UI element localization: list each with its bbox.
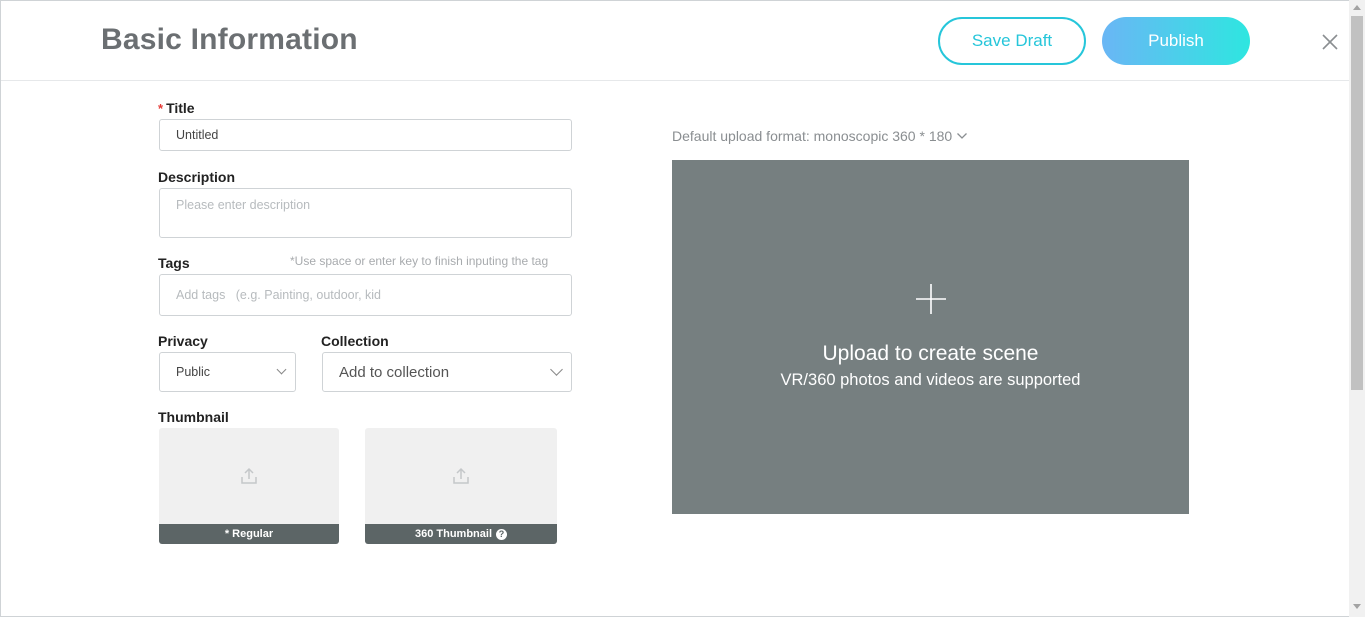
required-mark: * xyxy=(158,101,164,116)
plus-icon xyxy=(915,283,947,320)
page-title: Basic Information xyxy=(101,23,358,56)
upload-format-selector[interactable]: Default upload format: monoscopic 360 * … xyxy=(672,128,968,144)
collection-value: Add to collection xyxy=(339,363,450,381)
thumbnail-360-upload[interactable]: 360 Thumbnail ? xyxy=(365,428,557,544)
title-input[interactable]: Untitled xyxy=(159,119,572,151)
tags-hint: *Use space or enter key to finish inputi… xyxy=(290,254,549,268)
upload-format-text: Default upload format: monoscopic 360 * … xyxy=(672,128,953,144)
close-icon[interactable] xyxy=(1319,31,1341,53)
description-placeholder: Please enter description xyxy=(176,198,311,212)
thumbnail-360-text: 360 Thumbnail xyxy=(414,528,493,540)
info-icon[interactable]: ? xyxy=(496,528,508,540)
privacy-label: Privacy xyxy=(158,333,208,349)
privacy-value: Public xyxy=(176,365,211,379)
collection-select[interactable]: Add to collection xyxy=(322,352,572,392)
upload-icon xyxy=(239,466,259,491)
title-label-text: Title xyxy=(166,100,195,116)
modal-window: Basic Information Save Draft Publish * Ti… xyxy=(0,0,1365,617)
regular-thumbnail-text: * Regular xyxy=(224,528,274,540)
publish-button[interactable]: Publish xyxy=(1102,17,1250,65)
tags-label: Tags xyxy=(158,255,190,271)
upload-dropzone[interactable]: Upload to create scene VR/360 photos and… xyxy=(672,160,1189,514)
upload-title: Upload to create scene xyxy=(822,342,1039,365)
title-value: Untitled xyxy=(176,128,219,142)
scrollbar-thumb[interactable] xyxy=(1351,16,1363,390)
save-draft-button[interactable]: Save Draft xyxy=(938,17,1086,65)
chevron-down-icon xyxy=(276,364,287,375)
tags-placeholder: Add tags (e.g. Painting, outdoor, kid xyxy=(176,288,381,302)
tags-input[interactable]: Add tags (e.g. Painting, outdoor, kid xyxy=(159,274,572,316)
regular-thumbnail-label: * Regular xyxy=(159,524,339,544)
scroll-up-arrow-icon[interactable] xyxy=(1353,5,1361,10)
collection-label: Collection xyxy=(321,333,389,349)
description-field[interactable]: Please enter description xyxy=(159,188,572,238)
chevron-down-icon xyxy=(957,133,968,139)
upload-icon xyxy=(451,466,471,491)
modal-header: Basic Information Save Draft Publish xyxy=(1,1,1350,81)
regular-thumbnail-upload[interactable]: * Regular xyxy=(159,428,339,544)
privacy-select[interactable]: Public xyxy=(159,352,296,392)
chevron-down-icon xyxy=(550,363,563,376)
scroll-down-arrow-icon[interactable] xyxy=(1353,604,1361,609)
thumbnail-360-label: 360 Thumbnail ? xyxy=(365,524,557,544)
vertical-scrollbar[interactable] xyxy=(1349,0,1365,617)
title-label: * Title xyxy=(158,100,195,116)
upload-subtitle: VR/360 photos and videos are supported xyxy=(780,371,1081,389)
thumbnail-label: Thumbnail xyxy=(158,409,229,425)
description-label: Description xyxy=(158,169,236,185)
